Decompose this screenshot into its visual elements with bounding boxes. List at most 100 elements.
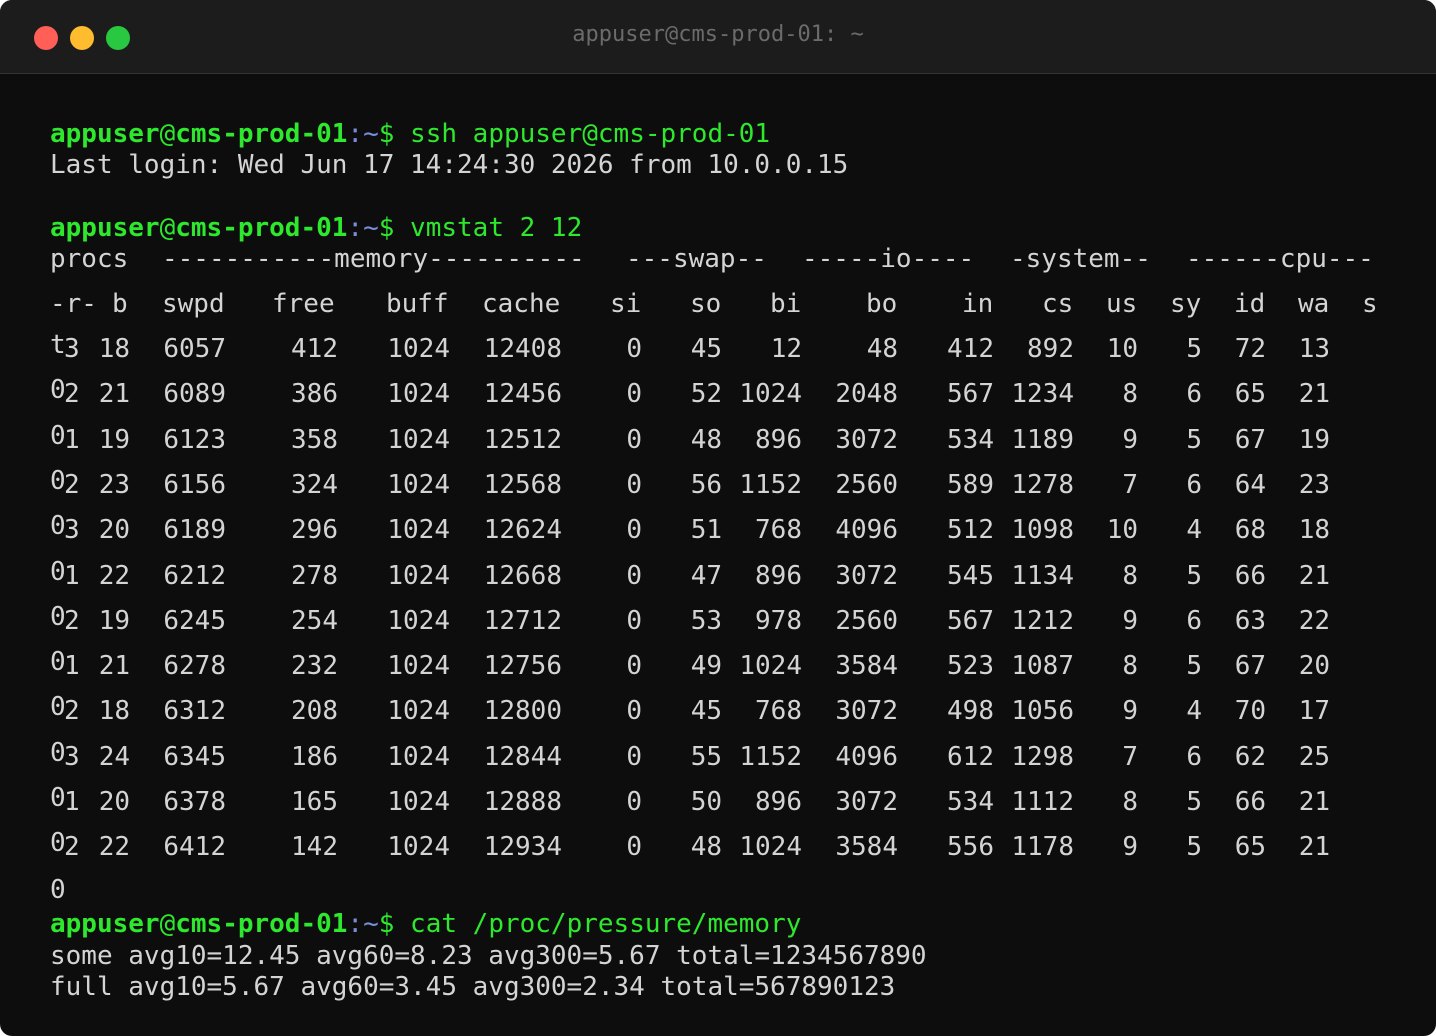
vmstat-cell: 10 [1106, 515, 1138, 545]
vmstat-cell: 21 [1298, 787, 1330, 817]
vmstat-cell: 8 [1122, 787, 1138, 817]
vmstat-cell: 0 [626, 515, 642, 545]
vmstat-cell: 1098 [1011, 515, 1074, 545]
vmstat-cell: 62 [1234, 742, 1266, 772]
vmstat-cell: 12408 [483, 334, 562, 364]
vmstat-cell: 21 [1298, 561, 1330, 591]
vmstat-cell: 1024 [387, 742, 450, 772]
vmstat-cell: 1234 [1011, 379, 1074, 409]
prompt-dollar: $ [378, 909, 395, 939]
vmstat-cell: 1298 [1011, 742, 1074, 772]
vmstat-cell: 768 [755, 515, 802, 545]
vmstat-cell: 52 [690, 379, 722, 409]
vmstat-group-cpu: ------cpu--- [1186, 244, 1374, 274]
vmstat-cell: 20 [98, 515, 130, 545]
vmstat-cell: 12756 [483, 651, 562, 681]
title-bar: appuser@cms-prod-01: ~ [0, 0, 1436, 74]
vmstat-cell: 3072 [835, 425, 898, 455]
vmstat-cell: 21 [1298, 379, 1330, 409]
vmstat-cell: 589 [947, 470, 994, 500]
vmstat-cell: 22 [1298, 606, 1330, 636]
prompt-line-1: appuser@cms-prod-01:~$ ssh appuser@cms-p… [50, 119, 770, 149]
vmstat-cell: 12456 [483, 379, 562, 409]
vmstat-cell: 20 [98, 787, 130, 817]
vmstat-cell: 65 [1234, 379, 1266, 409]
vmstat-col-header-10: in [962, 289, 994, 319]
vmstat-cell: 3584 [835, 651, 898, 681]
terminal-window: appuser@cms-prod-01: ~ appuser@cms-prod-… [0, 0, 1436, 1036]
vmstat-cell: 1024 [387, 787, 450, 817]
vmstat-cell: 386 [291, 379, 338, 409]
vmstat-cell: 1024 [387, 334, 450, 364]
vmstat-cell: 978 [755, 606, 802, 636]
vmstat-cell: 9 [1122, 425, 1138, 455]
vmstat-cell: 6278 [163, 651, 226, 681]
vmstat-col-header-5: cache [482, 289, 561, 319]
vmstat-cell: 896 [755, 787, 802, 817]
prompt-dollar: $ [378, 119, 395, 149]
vmstat-col-header-13: sy [1170, 289, 1202, 319]
vmstat-cell: 13 [1298, 334, 1330, 364]
vmstat-col-header-4: buff [386, 289, 449, 319]
prompt-at: @ [159, 119, 176, 149]
vmstat-cell: 9 [1122, 606, 1138, 636]
vmstat-cell: 48 [866, 334, 898, 364]
vmstat-cell: 48 [690, 832, 722, 862]
vmstat-cell: 12568 [483, 470, 562, 500]
prompt-path: ~ [363, 213, 379, 243]
window-title: appuser@cms-prod-01: ~ [572, 22, 864, 47]
prompt-line-3: appuser@cms-prod-01:~$ cat /proc/pressur… [50, 909, 801, 939]
vmstat-cell: 0 [626, 606, 642, 636]
vmstat-cell: 2560 [835, 470, 898, 500]
vmstat-cell: 1112 [1011, 787, 1074, 817]
vmstat-cell: 21 [98, 651, 130, 681]
vmstat-cell: 296 [291, 515, 338, 545]
vmstat-col-header-0: -r- [50, 289, 97, 319]
vmstat-cell: 5 [1186, 561, 1202, 591]
terminal-output[interactable]: appuser@cms-prod-01:~$ ssh appuser@cms-p… [0, 0, 1436, 1002]
vmstat-cell: 0 [626, 742, 642, 772]
vmstat-cell: 12888 [483, 787, 562, 817]
vmstat-cell: 3072 [835, 696, 898, 726]
vmstat-cell: 0 [626, 696, 642, 726]
vmstat-cell: 0 [626, 561, 642, 591]
vmstat-cell: 12 [770, 334, 802, 364]
vmstat-cell: 25 [1298, 742, 1330, 772]
vmstat-cell: 12934 [483, 832, 562, 862]
vmstat-col-header-6: si [610, 289, 642, 319]
command-ssh: ssh appuser@cms-prod-01 [410, 119, 771, 149]
vmstat-cell: 45 [690, 696, 722, 726]
pressure-some-line: some avg10=12.45 avg60=8.23 avg300=5.67 … [50, 941, 927, 971]
vmstat-cell: 1189 [1011, 425, 1074, 455]
vmstat-cell: 142 [291, 832, 338, 862]
vmstat-cell: 23 [98, 470, 130, 500]
prompt-dollar: $ [378, 213, 395, 243]
vmstat-cell: 64 [1234, 470, 1266, 500]
vmstat-cell: 2 [64, 470, 80, 500]
vmstat-cell: 1024 [387, 832, 450, 862]
vmstat-cell: 1134 [1011, 561, 1074, 591]
vmstat-cell: 68 [1234, 515, 1266, 545]
vmstat-cell: 50 [690, 787, 722, 817]
vmstat-cell: 1212 [1011, 606, 1074, 636]
vmstat-col-header-9: bo [866, 289, 898, 319]
vmstat-cell: 7 [1122, 742, 1138, 772]
vmstat-cell: 19 [1298, 425, 1330, 455]
prompt-user: appuser [50, 119, 160, 149]
vmstat-cell: 5 [1186, 832, 1202, 862]
vmstat-cell: 6412 [163, 832, 226, 862]
vmstat-cell: 612 [947, 742, 994, 772]
vmstat-cell: 6 [1186, 742, 1202, 772]
prompt-host: cms-prod-01 [175, 119, 348, 149]
vmstat-cell: 0 [626, 832, 642, 862]
vmstat-cell: 186 [291, 742, 338, 772]
vmstat-col-header-8: bi [770, 289, 802, 319]
vmstat-cell: 567 [947, 606, 994, 636]
vmstat-col-header-14: id [1234, 289, 1266, 319]
vmstat-cell: 1087 [1011, 651, 1074, 681]
vmstat-cell: 6212 [163, 561, 226, 591]
vmstat-cell: 5 [1186, 334, 1202, 364]
vmstat-cell: 12844 [483, 742, 562, 772]
vmstat-cell: 22 [98, 832, 130, 862]
vmstat-group-memory: -----------memory---------- [162, 244, 585, 274]
